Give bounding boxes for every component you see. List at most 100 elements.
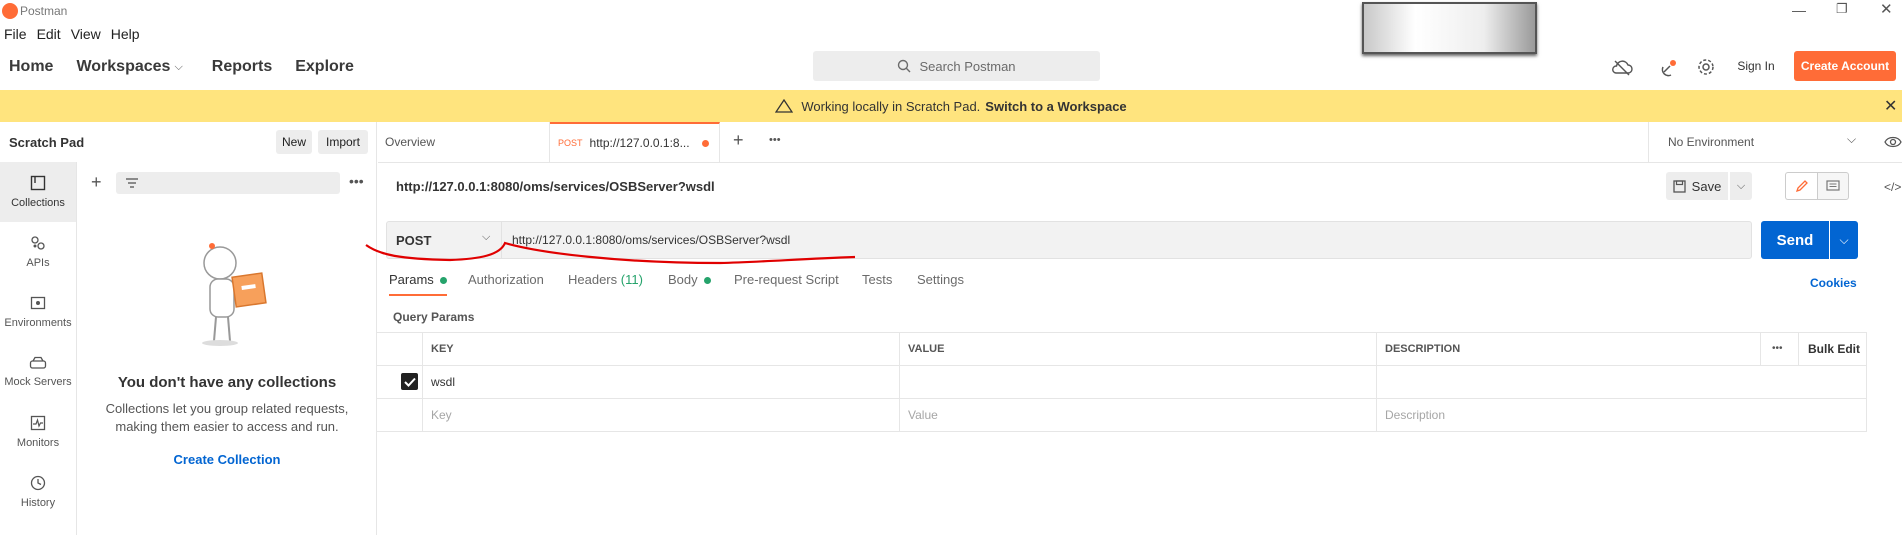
subtab-headers[interactable]: Headers (11) — [568, 272, 643, 287]
header: Home Workspaces ⌵ Reports Explore Search… — [0, 46, 1902, 88]
gear-icon[interactable] — [1697, 58, 1715, 76]
search-box[interactable]: Search Postman — [813, 51, 1100, 81]
row-checkbox[interactable] — [401, 373, 418, 390]
table-header-row — [377, 333, 1867, 366]
empty-state-text: making them easier to access and run. — [115, 419, 339, 434]
subtab-label: Pre-request Script — [734, 272, 839, 287]
app-title: Postman — [20, 4, 68, 18]
new-value-input[interactable]: Value — [908, 408, 938, 422]
rail-label: Environments — [4, 317, 72, 329]
comment-icon — [1826, 179, 1840, 191]
save-button[interactable]: Save — [1666, 172, 1728, 200]
subtab-label: Authorization — [468, 272, 544, 287]
subtab-settings[interactable]: Settings — [917, 272, 964, 287]
sidebar-title: Scratch Pad — [9, 135, 85, 150]
menu-help[interactable]: Help — [111, 26, 140, 42]
comments-button[interactable] — [1817, 172, 1849, 200]
pencil-icon — [1795, 180, 1808, 193]
table-row — [377, 366, 1867, 399]
subtab-body[interactable]: Body — [668, 272, 712, 287]
menu-file[interactable]: File — [4, 26, 27, 42]
rail-item-environments[interactable]: Environments — [0, 282, 76, 342]
tab-active-request[interactable]: POST http://127.0.0.1:8... — [550, 122, 720, 162]
send-dropdown-button[interactable]: ⌵ — [1830, 221, 1858, 259]
subtab-tests[interactable]: Tests — [862, 272, 892, 287]
col-divider — [1798, 333, 1799, 366]
subtab-label: Body — [668, 272, 698, 287]
nav-home[interactable]: Home — [9, 58, 53, 76]
request-name[interactable]: http://127.0.0.1:8080/oms/services/OSBSe… — [396, 179, 715, 194]
more-options-icon[interactable]: ••• — [349, 173, 364, 189]
col-divider — [422, 333, 423, 432]
minimize-button[interactable]: — — [1792, 2, 1806, 18]
filter-input[interactable] — [116, 172, 340, 194]
environment-selector[interactable]: No Environment ⌵ — [1648, 122, 1858, 162]
col-divider — [1866, 333, 1867, 432]
add-collection-icon[interactable]: + — [91, 172, 102, 193]
menu-view[interactable]: View — [71, 26, 101, 42]
tab-title: http://127.0.0.1:8... — [589, 136, 690, 150]
import-label: Import — [325, 135, 360, 149]
rail-item-mock-servers[interactable]: Mock Servers — [0, 342, 76, 402]
table-row — [377, 399, 1867, 432]
import-button[interactable]: Import — [318, 130, 368, 154]
restore-button[interactable]: ❐ — [1836, 1, 1848, 17]
cloud-sync-icon[interactable] — [1610, 58, 1634, 76]
rail-label: Collections — [11, 197, 65, 209]
subtab-pre-request-script[interactable]: Pre-request Script — [734, 272, 839, 287]
save-label: Save — [1691, 178, 1722, 194]
create-collection-link[interactable]: Create Collection — [77, 452, 377, 467]
save-dropdown-button[interactable]: ⌵ — [1730, 172, 1752, 200]
banner-text: Working locally in Scratch Pad. — [801, 98, 981, 114]
nav-reports[interactable]: Reports — [212, 58, 272, 76]
unsaved-dot-icon — [701, 139, 709, 147]
bulk-edit-link[interactable]: Bulk Edit — [1808, 342, 1860, 356]
sidebar: Scratch Pad New Import Collections APIs … — [0, 122, 377, 535]
red-annotation-stroke — [365, 241, 856, 265]
edit-mode-button[interactable] — [1785, 172, 1817, 200]
rail-label: APIs — [26, 257, 50, 269]
create-account-button[interactable]: Create Account — [1794, 51, 1896, 81]
tab-options-icon[interactable]: ••• — [769, 134, 781, 146]
rail-item-apis[interactable]: APIs — [0, 222, 76, 282]
sign-in-button[interactable]: Sign In — [1728, 51, 1784, 81]
tab-method: POST — [558, 138, 583, 148]
environments-icon — [30, 296, 46, 310]
new-key-input[interactable]: Key — [431, 408, 452, 422]
active-dot-icon — [704, 277, 712, 284]
subtab-label: Tests — [862, 272, 893, 287]
close-banner-icon[interactable]: ✕ — [1884, 96, 1897, 116]
rail-item-history[interactable]: History — [0, 462, 76, 522]
environment-label: No Environment — [1668, 135, 1755, 149]
menu-edit[interactable]: Edit — [37, 26, 61, 42]
code-icon[interactable]: </> — [1884, 180, 1901, 194]
subtab-params[interactable]: Params — [389, 272, 448, 296]
close-window-button[interactable]: ✕ — [1880, 0, 1893, 18]
menu-bar: File Edit View Help — [0, 22, 150, 46]
sidebar-rail: Collections APIs Environments Mock Serve… — [0, 162, 77, 535]
eye-icon[interactable] — [1884, 135, 1902, 149]
chevron-down-icon: ⌵ — [1847, 132, 1857, 146]
column-options-icon[interactable]: ••• — [1772, 343, 1783, 354]
rail-label: Monitors — [16, 437, 60, 449]
rail-item-monitors[interactable]: Monitors — [0, 402, 76, 462]
cookies-link[interactable]: Cookies — [1810, 276, 1857, 290]
new-tab-icon[interactable]: + — [733, 130, 744, 151]
rail-item-collections[interactable]: Collections — [0, 162, 76, 222]
new-description-input[interactable]: Description — [1385, 408, 1445, 422]
chevron-down-icon[interactable]: ⌵ — [174, 61, 182, 74]
nav-workspaces[interactable]: Workspaces — [76, 58, 170, 76]
send-button[interactable]: Send — [1761, 221, 1829, 259]
switch-workspace-link[interactable]: Switch to a Workspace — [985, 99, 1126, 114]
subtab-label: Headers — [568, 272, 618, 287]
satellite-icon[interactable] — [1660, 58, 1680, 78]
tab-overview[interactable]: Overview — [378, 122, 550, 162]
query-params-label: Query Params — [393, 310, 475, 324]
nav-explore[interactable]: Explore — [295, 58, 354, 76]
col-divider — [899, 333, 900, 432]
param-key-input[interactable]: wsdl — [431, 375, 455, 389]
active-dot-icon — [440, 277, 448, 284]
headers-count: (11) — [620, 272, 643, 287]
subtab-authorization[interactable]: Authorization — [468, 272, 544, 287]
new-button[interactable]: New — [276, 130, 312, 154]
